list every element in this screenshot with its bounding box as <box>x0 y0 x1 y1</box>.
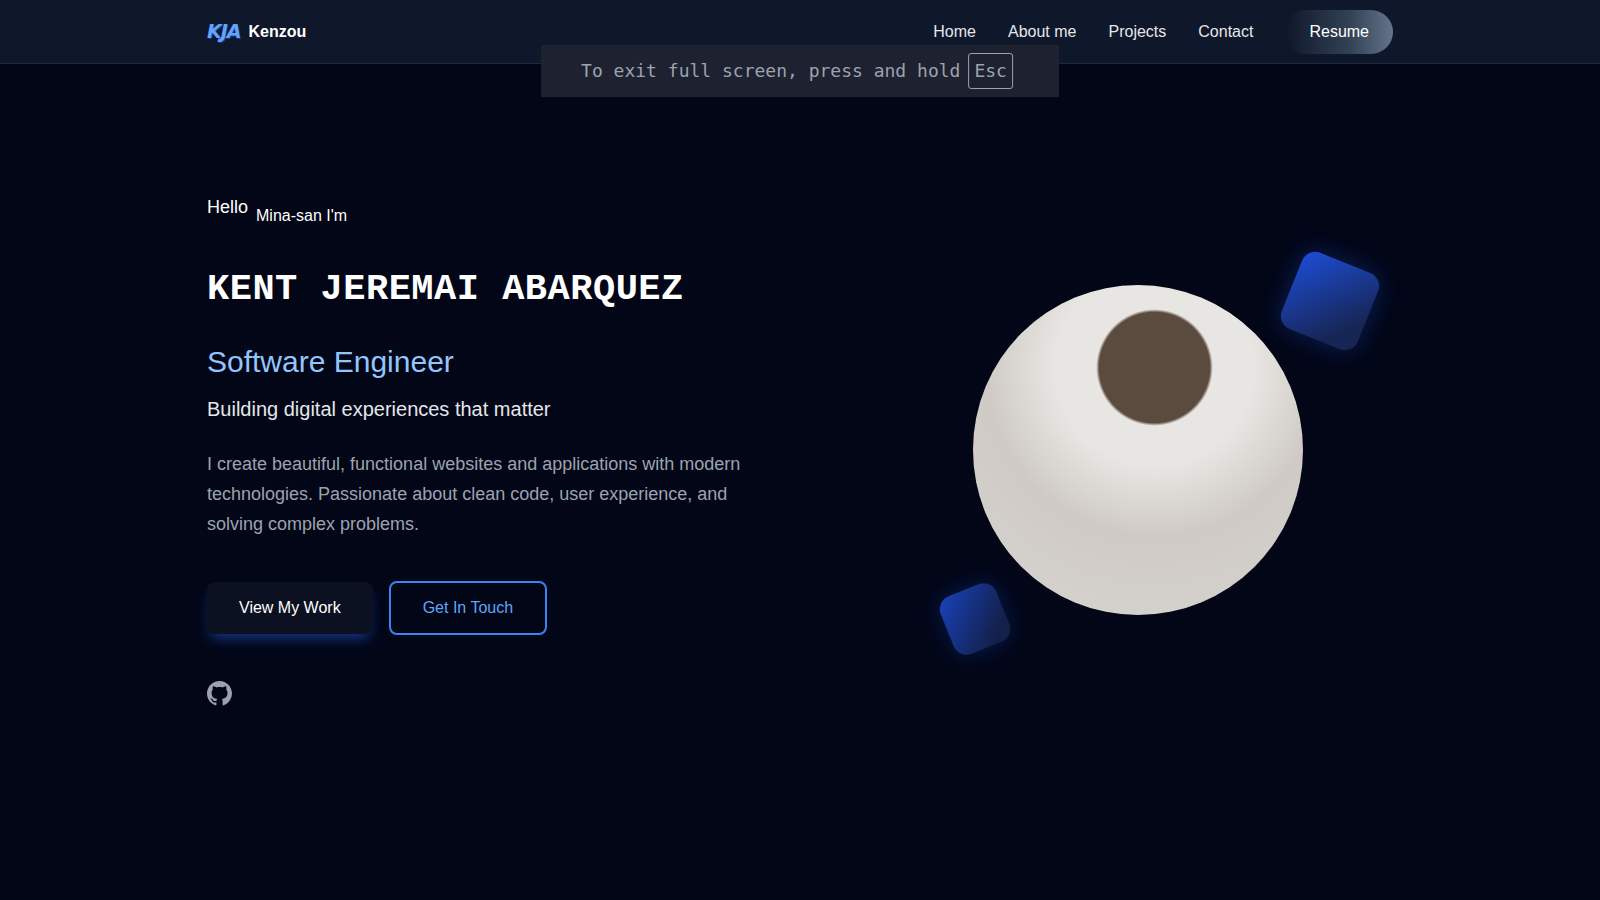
github-link[interactable] <box>207 681 800 706</box>
resume-button[interactable]: Resume <box>1285 10 1393 54</box>
view-work-button[interactable]: View My Work <box>207 582 373 634</box>
description: I create beautiful, functional websites … <box>207 450 752 539</box>
tagline: Building digital experiences that matter <box>207 394 800 424</box>
name-heading: KENT JEREMAI ABARQUEZ <box>207 267 800 311</box>
github-icon <box>207 681 232 706</box>
greeting: Hello <box>207 194 248 221</box>
profile-photo <box>973 285 1303 615</box>
esc-key: Esc <box>968 53 1013 89</box>
logo: KJA <box>207 17 241 46</box>
role: Software Engineer <box>207 339 800 384</box>
brand-name: Kenzou <box>249 20 307 44</box>
hero-visual <box>933 220 1393 680</box>
nav-link[interactable]: Projects <box>1108 16 1166 48</box>
hero: Hello Mina-san I'm KENT JEREMAI ABARQUEZ… <box>195 64 1405 706</box>
nav-link[interactable]: Home <box>933 16 976 48</box>
greeting-sub: Mina-san I'm <box>256 204 347 228</box>
nav-link[interactable]: About me <box>1008 16 1076 48</box>
fullscreen-notice: To exit full screen, press and hold Esc <box>541 45 1059 97</box>
hero-buttons: View My Work Get In Touch <box>207 581 800 635</box>
brand[interactable]: KJA Kenzou <box>207 17 306 46</box>
decor-square <box>1277 248 1384 355</box>
decor-square <box>936 579 1015 659</box>
nav-link[interactable]: Contact <box>1198 16 1253 48</box>
get-in-touch-button[interactable]: Get In Touch <box>389 581 547 635</box>
